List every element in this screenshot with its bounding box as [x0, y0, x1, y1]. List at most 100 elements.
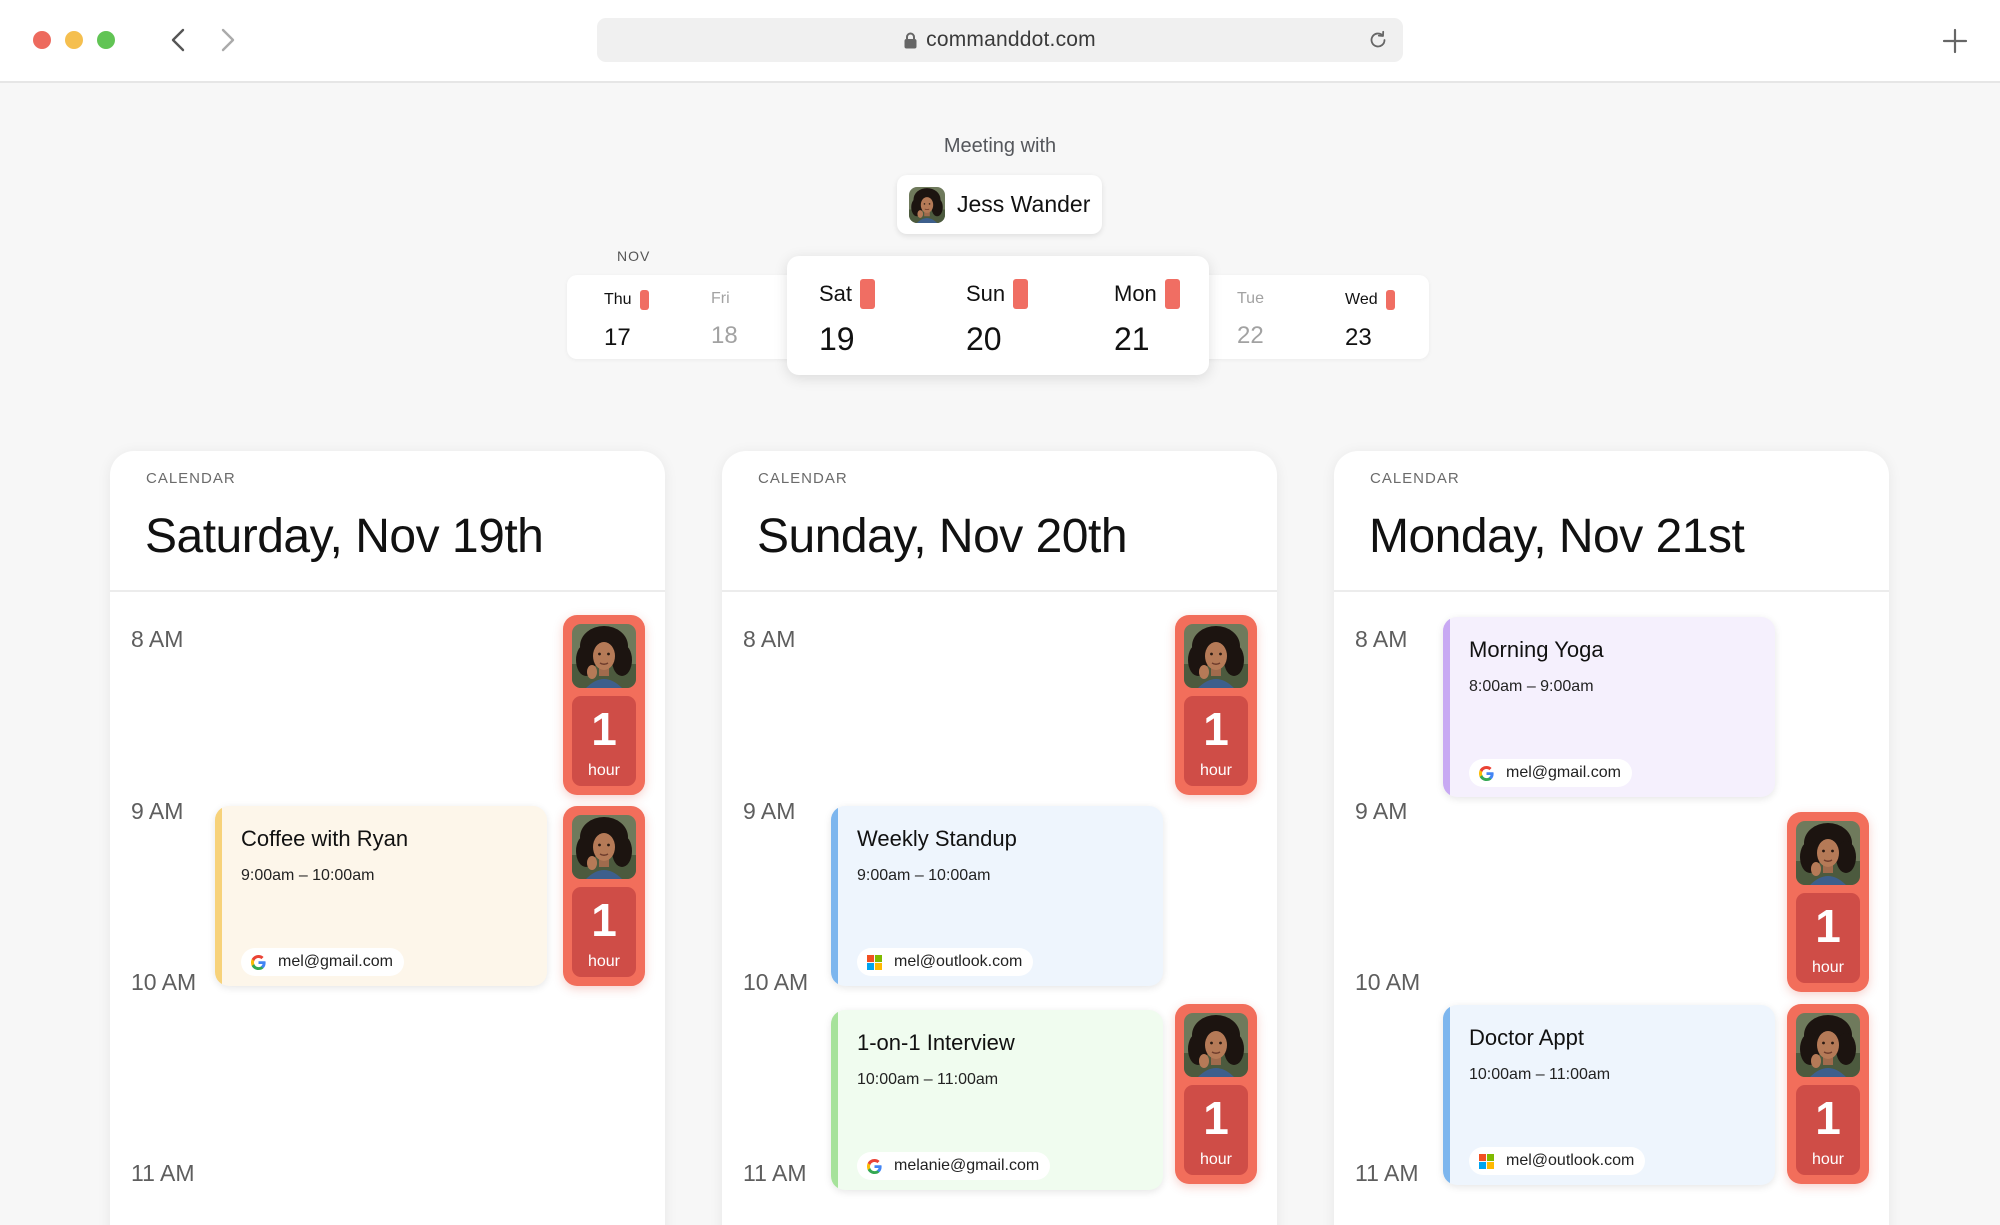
avatar	[1184, 624, 1248, 688]
account-chip: melanie@gmail.com	[857, 1152, 1051, 1180]
available-slot[interactable]: 1 hour	[563, 806, 645, 986]
duration-number: 1	[1203, 703, 1229, 755]
event-time: 8:00am – 9:00am	[1469, 678, 1594, 695]
event-title: Weekly Standup	[857, 826, 1017, 851]
day-name: Fri	[711, 290, 730, 307]
duration-unit: hour	[587, 953, 621, 970]
url-text: commanddot.com	[926, 28, 1096, 51]
slot-duration: 1 hour	[572, 887, 636, 977]
event-coffee-with-ryan[interactable]: Coffee with Ryan 9:00am – 10:00am mel@gm…	[215, 806, 547, 986]
event-title: 1-on-1 Interview	[857, 1030, 1015, 1055]
time-label: 8 AM	[1355, 626, 1408, 652]
forward-button[interactable]	[213, 24, 243, 56]
event-time: 10:00am – 11:00am	[857, 1071, 999, 1088]
available-slot[interactable]: 1 hour	[1787, 1004, 1869, 1184]
account-chip: mel@outlook.com	[857, 948, 1034, 976]
day-sat[interactable]: Sat 19	[819, 279, 876, 358]
availability-indicator	[1385, 290, 1395, 310]
divider	[110, 590, 665, 592]
avatar	[909, 187, 945, 223]
available-slot[interactable]: 1 hour	[1175, 615, 1257, 795]
google-icon	[251, 955, 266, 970]
event-title: Doctor Appt	[1469, 1025, 1584, 1050]
day-name: Thu	[604, 291, 632, 308]
time-label: 8 AM	[743, 626, 796, 652]
account-email: melanie@gmail.com	[894, 1157, 1040, 1174]
day-number: 19	[819, 321, 855, 357]
duration-number: 1	[591, 894, 617, 946]
duration-unit: hour	[1199, 762, 1233, 779]
meeting-with-label: Meeting with	[943, 135, 1057, 157]
time-label: 10 AM	[1355, 969, 1421, 995]
account-email: mel@gmail.com	[1506, 764, 1621, 781]
day-number: 18	[711, 322, 738, 349]
event-weekly-standup[interactable]: Weekly Standup 9:00am – 10:00am mel@outl…	[831, 806, 1163, 986]
day-name: Sat	[819, 281, 853, 306]
avatar	[1796, 1013, 1860, 1077]
time-label: 9 AM	[1355, 798, 1408, 824]
zoom-window-button[interactable]	[97, 31, 115, 49]
day-thu[interactable]: Thu 17	[604, 290, 649, 352]
slot-duration: 1 hour	[1184, 696, 1248, 786]
account-email: mel@gmail.com	[278, 953, 393, 970]
close-window-button[interactable]	[33, 31, 51, 49]
time-label: 9 AM	[131, 798, 184, 824]
calendar-date-title: Monday, Nov 21st	[1369, 510, 1745, 563]
event-color-bar	[1443, 617, 1450, 797]
minimize-window-button[interactable]	[65, 31, 83, 49]
account-chip: mel@gmail.com	[1469, 759, 1632, 787]
day-number: 20	[966, 321, 1002, 357]
day-mon[interactable]: Mon 21	[1114, 279, 1180, 358]
calendar-label: CALENDAR	[1370, 470, 1460, 487]
event-color-bar	[215, 806, 222, 986]
day-sun[interactable]: Sun 20	[966, 279, 1029, 358]
slot-duration: 1 hour	[1184, 1085, 1248, 1175]
day-wed[interactable]: Wed 23	[1345, 290, 1395, 352]
event-morning-yoga[interactable]: Morning Yoga 8:00am – 9:00am mel@gmail.c…	[1443, 617, 1775, 797]
event-time: 9:00am – 10:00am	[857, 867, 991, 884]
duration-number: 1	[1815, 900, 1841, 952]
day-fri[interactable]: Fri 18	[711, 290, 738, 350]
time-label: 10 AM	[131, 969, 197, 995]
day-name: Sun	[966, 281, 1006, 306]
day-name: Tue	[1237, 290, 1264, 307]
event-doctor-appt[interactable]: Doctor Appt 10:00am – 11:00am mel@outloo…	[1443, 1005, 1775, 1185]
avatar	[572, 815, 636, 879]
available-slot[interactable]: 1 hour	[1175, 1004, 1257, 1184]
day-tue[interactable]: Tue 22	[1237, 290, 1264, 350]
time-label: 11 AM	[743, 1160, 807, 1186]
address-bar[interactable]: commanddot.com	[597, 18, 1403, 62]
browser-toolbar: commanddot.com	[0, 0, 2000, 83]
duration-number: 1	[591, 703, 617, 755]
duration-unit: hour	[1811, 1151, 1845, 1168]
person-chip[interactable]: Jess Wander	[897, 175, 1102, 234]
availability-indicator	[1013, 279, 1029, 309]
person-name: Jess Wander	[957, 191, 1091, 217]
account-chip: mel@gmail.com	[241, 948, 404, 976]
month-label: NOV	[617, 248, 651, 264]
availability-indicator	[1164, 279, 1180, 309]
back-button[interactable]	[163, 24, 193, 56]
day-number: 21	[1114, 321, 1150, 357]
event-color-bar	[831, 1010, 838, 1190]
availability-indicator	[639, 290, 649, 310]
event-title: Morning Yoga	[1469, 637, 1604, 662]
reload-icon[interactable]	[1367, 29, 1389, 51]
time-label: 11 AM	[131, 1160, 195, 1186]
day-name: Wed	[1345, 291, 1378, 308]
available-slot[interactable]: 1 hour	[1787, 812, 1869, 992]
time-label: 9 AM	[743, 798, 796, 824]
duration-number: 1	[1815, 1092, 1841, 1144]
google-icon	[1479, 766, 1494, 781]
event-title: Coffee with Ryan	[241, 826, 409, 851]
event-1-on-1-interview[interactable]: 1-on-1 Interview 10:00am – 11:00am melan…	[831, 1010, 1163, 1190]
slot-duration: 1 hour	[1796, 1085, 1860, 1175]
day-number: 22	[1237, 322, 1264, 349]
day-number: 17	[604, 324, 631, 351]
new-tab-button[interactable]	[1940, 26, 1970, 56]
calendar-date-title: Sunday, Nov 20th	[757, 510, 1128, 563]
google-icon	[867, 1159, 882, 1174]
available-slot[interactable]: 1 hour	[563, 615, 645, 795]
event-time: 9:00am – 10:00am	[241, 867, 375, 884]
day-number: 23	[1345, 324, 1372, 351]
